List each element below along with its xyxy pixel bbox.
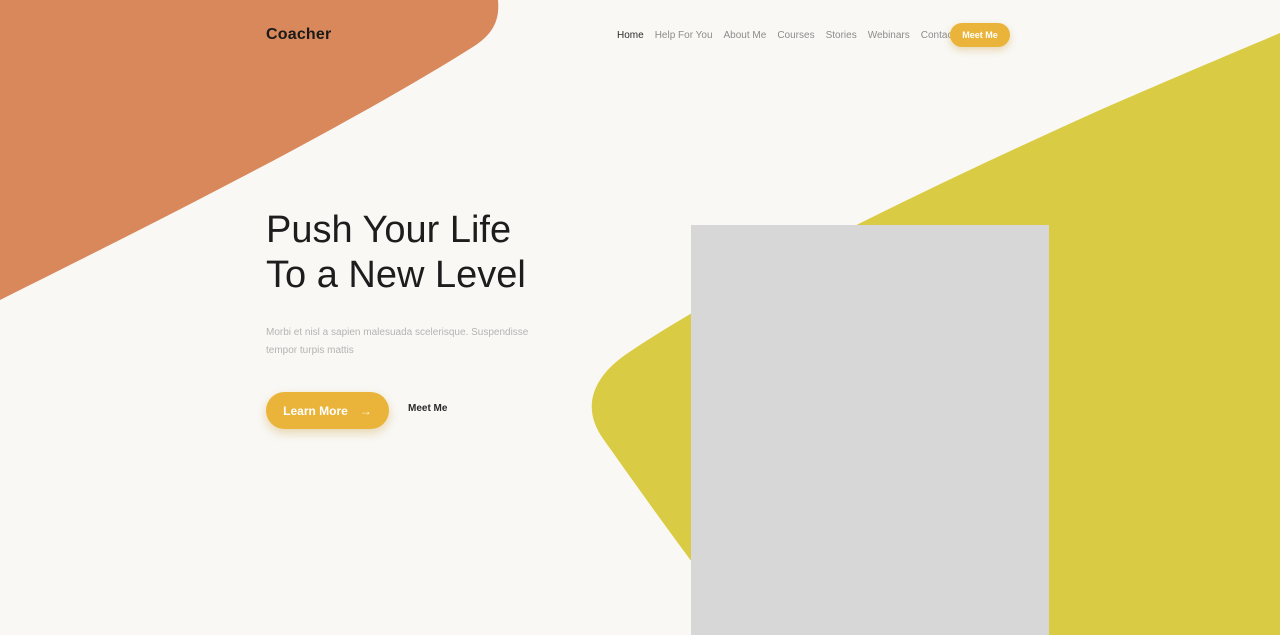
hero-image-placeholder (691, 225, 1049, 635)
nav-meet-me-button[interactable]: Meet Me (950, 23, 1010, 47)
learn-more-button[interactable]: Learn More → (266, 392, 389, 429)
hero-title: Push Your Life To a New Level (266, 208, 596, 298)
main-nav: Home Help For You About Me Courses Stori… (617, 28, 966, 42)
nav-item-webinars[interactable]: Webinars (868, 30, 910, 41)
nav-item-about-me[interactable]: About Me (724, 30, 767, 41)
hero-description: Morbi et nisl a sapien malesuada sceleri… (266, 327, 529, 356)
learn-more-label: Learn More (283, 403, 348, 418)
nav-item-home[interactable]: Home (617, 30, 644, 41)
nav-item-stories[interactable]: Stories (826, 30, 857, 41)
nav-item-courses[interactable]: Courses (777, 30, 814, 41)
nav-item-help-for-you[interactable]: Help For You (655, 30, 713, 41)
site-logo[interactable]: Coacher (266, 26, 331, 44)
landing-page: Coacher Home Help For You About Me Cours… (0, 0, 1280, 635)
background-shapes (0, 0, 1280, 635)
arrow-right-icon: → (359, 403, 372, 418)
meet-me-link[interactable]: Meet Me (408, 403, 447, 414)
hero-title-line-1: Push Your Life (266, 209, 512, 251)
hero-title-line-2: To a New Level (266, 254, 526, 296)
